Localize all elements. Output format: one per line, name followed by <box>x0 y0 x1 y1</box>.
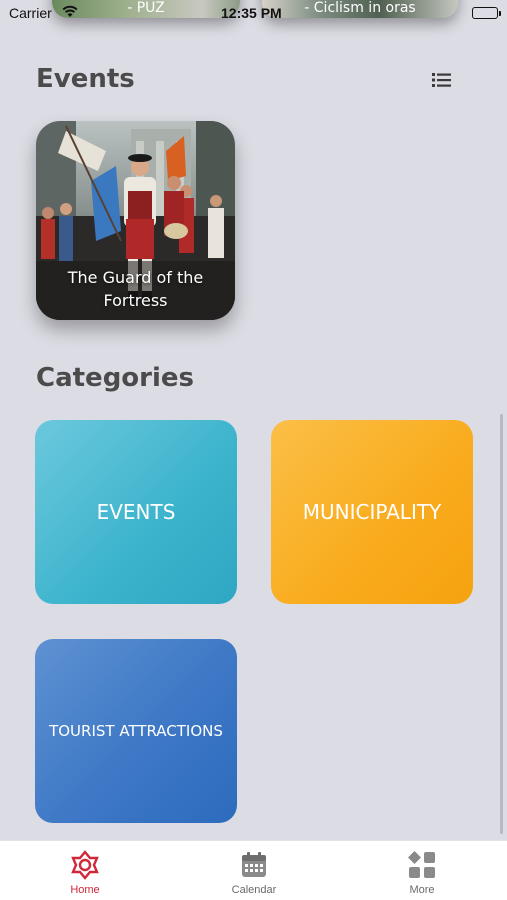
list-icon[interactable] <box>432 72 452 88</box>
carrier-label: Carrier <box>9 5 52 21</box>
grid-more-icon <box>408 851 435 878</box>
category-tile-label: TOURIST ATTRACTIONS <box>49 722 223 740</box>
category-tile-municipality[interactable]: MUNICIPALITY <box>271 420 473 604</box>
event-card-caption: The Guard of the Fortress <box>67 268 204 310</box>
events-section-title: Events <box>36 64 135 94</box>
tab-label: More <box>409 884 435 896</box>
calendar-icon <box>242 852 266 877</box>
bottom-tab-bar: Home Calendar More <box>0 840 507 900</box>
status-bar: Carrier 12:35 PM <box>0 0 507 28</box>
category-tile-events[interactable]: EVENTS <box>35 420 237 604</box>
tab-label: Home <box>70 884 100 896</box>
category-tile-label: MUNICIPALITY <box>302 500 442 524</box>
tab-home[interactable]: Home <box>25 841 145 900</box>
battery-icon <box>472 7 501 19</box>
category-tile-tourist-attractions[interactable]: TOURIST ATTRACTIONS <box>35 639 237 823</box>
tab-more[interactable]: More <box>362 841 482 900</box>
event-card[interactable]: The Guard of the Fortress <box>36 121 235 320</box>
category-tile-label: EVENTS <box>96 500 176 524</box>
wifi-icon <box>61 4 79 22</box>
home-emblem-icon <box>71 850 99 880</box>
tab-calendar[interactable]: Calendar <box>194 841 314 900</box>
vertical-scrollbar[interactable] <box>500 414 503 834</box>
tab-label: Calendar <box>231 884 277 896</box>
clock-time: 12:35 PM <box>221 5 282 21</box>
categories-section-title: Categories <box>36 363 195 393</box>
